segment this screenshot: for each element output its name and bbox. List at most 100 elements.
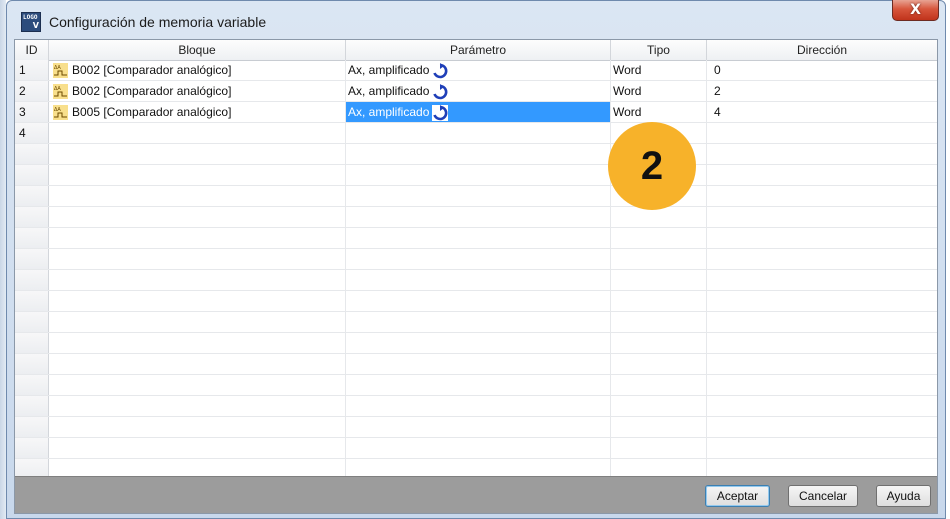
- direccion-cell[interactable]: [707, 375, 937, 395]
- table-row[interactable]: 1 ΔA B002 [Comparador analógico] Ax, amp…: [15, 60, 937, 81]
- direccion-cell[interactable]: [707, 228, 937, 248]
- parametro-cell[interactable]: [346, 207, 611, 227]
- direccion-cell[interactable]: [707, 417, 937, 437]
- bloque-cell[interactable]: [49, 249, 346, 269]
- bloque-cell[interactable]: [49, 417, 346, 437]
- empty-table-row[interactable]: [15, 417, 937, 438]
- column-header-direccion[interactable]: Dirección: [707, 40, 937, 60]
- column-header-parametro[interactable]: Parámetro: [346, 40, 611, 60]
- empty-table-row[interactable]: [15, 270, 937, 291]
- bloque-cell[interactable]: [49, 228, 346, 248]
- tipo-cell[interactable]: [611, 354, 707, 374]
- tipo-cell[interactable]: Word: [611, 81, 707, 101]
- tipo-cell[interactable]: [611, 438, 707, 458]
- empty-table-row[interactable]: [15, 333, 937, 354]
- empty-table-row[interactable]: [15, 291, 937, 312]
- column-header-bloque[interactable]: Bloque: [49, 40, 346, 60]
- parametro-cell[interactable]: [346, 165, 611, 185]
- direccion-cell[interactable]: 0: [707, 60, 937, 80]
- tipo-cell[interactable]: [611, 249, 707, 269]
- direccion-cell[interactable]: [707, 333, 937, 353]
- bloque-cell[interactable]: ΔA B002 [Comparador analógico]: [49, 81, 346, 101]
- parametro-cell[interactable]: [346, 312, 611, 332]
- close-button[interactable]: X: [892, 0, 939, 21]
- bloque-cell[interactable]: [49, 144, 346, 164]
- empty-table-row[interactable]: [15, 144, 937, 165]
- direccion-cell[interactable]: [707, 270, 937, 290]
- empty-table-row[interactable]: [15, 228, 937, 249]
- direccion-cell[interactable]: [707, 312, 937, 332]
- bloque-cell[interactable]: [49, 438, 346, 458]
- empty-table-row[interactable]: [15, 354, 937, 375]
- column-header-id[interactable]: ID: [15, 40, 49, 60]
- cancel-button[interactable]: Cancelar: [788, 485, 858, 507]
- bloque-cell[interactable]: [49, 207, 346, 227]
- tipo-cell[interactable]: [611, 375, 707, 395]
- help-button[interactable]: Ayuda: [876, 485, 931, 507]
- bloque-cell[interactable]: ΔA B005 [Comparador analógico]: [49, 102, 346, 122]
- empty-table-row[interactable]: [15, 396, 937, 417]
- direccion-cell[interactable]: [707, 165, 937, 185]
- bloque-cell[interactable]: [49, 375, 346, 395]
- direccion-cell[interactable]: [707, 207, 937, 227]
- parametro-cell[interactable]: [346, 186, 611, 206]
- empty-table-row[interactable]: [15, 375, 937, 396]
- bloque-cell[interactable]: [49, 165, 346, 185]
- parametro-cell[interactable]: [346, 270, 611, 290]
- accept-button[interactable]: Aceptar: [705, 485, 770, 507]
- tipo-cell[interactable]: [611, 228, 707, 248]
- direccion-cell[interactable]: [707, 249, 937, 269]
- parametro-cell[interactable]: Ax, amplificado: [346, 60, 611, 80]
- parametro-cell[interactable]: [346, 375, 611, 395]
- empty-table-row[interactable]: [15, 186, 937, 207]
- direccion-cell[interactable]: [707, 123, 937, 143]
- parametro-cell[interactable]: [346, 333, 611, 353]
- bloque-cell[interactable]: ΔA B002 [Comparador analógico]: [49, 60, 346, 80]
- empty-table-row[interactable]: [15, 165, 937, 186]
- empty-table-row[interactable]: [15, 438, 937, 459]
- bloque-cell[interactable]: [49, 123, 346, 143]
- column-header-tipo[interactable]: Tipo: [611, 40, 707, 60]
- direccion-cell[interactable]: 4: [707, 102, 937, 122]
- parametro-cell[interactable]: [346, 249, 611, 269]
- direccion-cell[interactable]: [707, 438, 937, 458]
- bloque-cell[interactable]: [49, 270, 346, 290]
- parametro-cell[interactable]: [346, 354, 611, 374]
- empty-table-row[interactable]: [15, 312, 937, 333]
- tipo-cell[interactable]: [611, 207, 707, 227]
- direccion-cell[interactable]: [707, 396, 937, 416]
- direccion-cell[interactable]: [707, 186, 937, 206]
- tipo-cell[interactable]: Word: [611, 60, 707, 80]
- bloque-cell[interactable]: [49, 186, 346, 206]
- bloque-cell[interactable]: [49, 354, 346, 374]
- tipo-cell[interactable]: Word: [611, 102, 707, 122]
- tipo-cell[interactable]: [611, 312, 707, 332]
- tipo-cell[interactable]: [611, 291, 707, 311]
- bloque-cell[interactable]: [49, 312, 346, 332]
- parametro-cell[interactable]: [346, 228, 611, 248]
- direccion-cell[interactable]: [707, 354, 937, 374]
- bloque-cell[interactable]: [49, 396, 346, 416]
- table-row[interactable]: 2 ΔA B002 [Comparador analógico] Ax, amp…: [15, 81, 937, 102]
- parametro-cell[interactable]: Ax, amplificado: [346, 81, 611, 101]
- direccion-cell[interactable]: [707, 144, 937, 164]
- tipo-cell[interactable]: [611, 333, 707, 353]
- title-bar[interactable]: LOGO V Configuración de memoria variable…: [7, 0, 945, 39]
- table-row[interactable]: 4: [15, 123, 937, 144]
- table-row[interactable]: 3 ΔA B005 [Comparador analógico] Ax, amp…: [15, 102, 937, 123]
- direccion-cell[interactable]: 2: [707, 81, 937, 101]
- tipo-cell[interactable]: [611, 396, 707, 416]
- parametro-cell[interactable]: [346, 123, 611, 143]
- tipo-cell[interactable]: [611, 270, 707, 290]
- tipo-cell[interactable]: [611, 417, 707, 437]
- bloque-cell[interactable]: [49, 333, 346, 353]
- parametro-cell-selected[interactable]: Ax, amplificado: [346, 102, 611, 122]
- direccion-cell[interactable]: [707, 291, 937, 311]
- empty-table-row[interactable]: [15, 207, 937, 228]
- parametro-cell[interactable]: [346, 291, 611, 311]
- parametro-cell[interactable]: [346, 438, 611, 458]
- parametro-cell[interactable]: [346, 417, 611, 437]
- bloque-cell[interactable]: [49, 291, 346, 311]
- parametro-cell[interactable]: [346, 396, 611, 416]
- empty-table-row[interactable]: [15, 249, 937, 270]
